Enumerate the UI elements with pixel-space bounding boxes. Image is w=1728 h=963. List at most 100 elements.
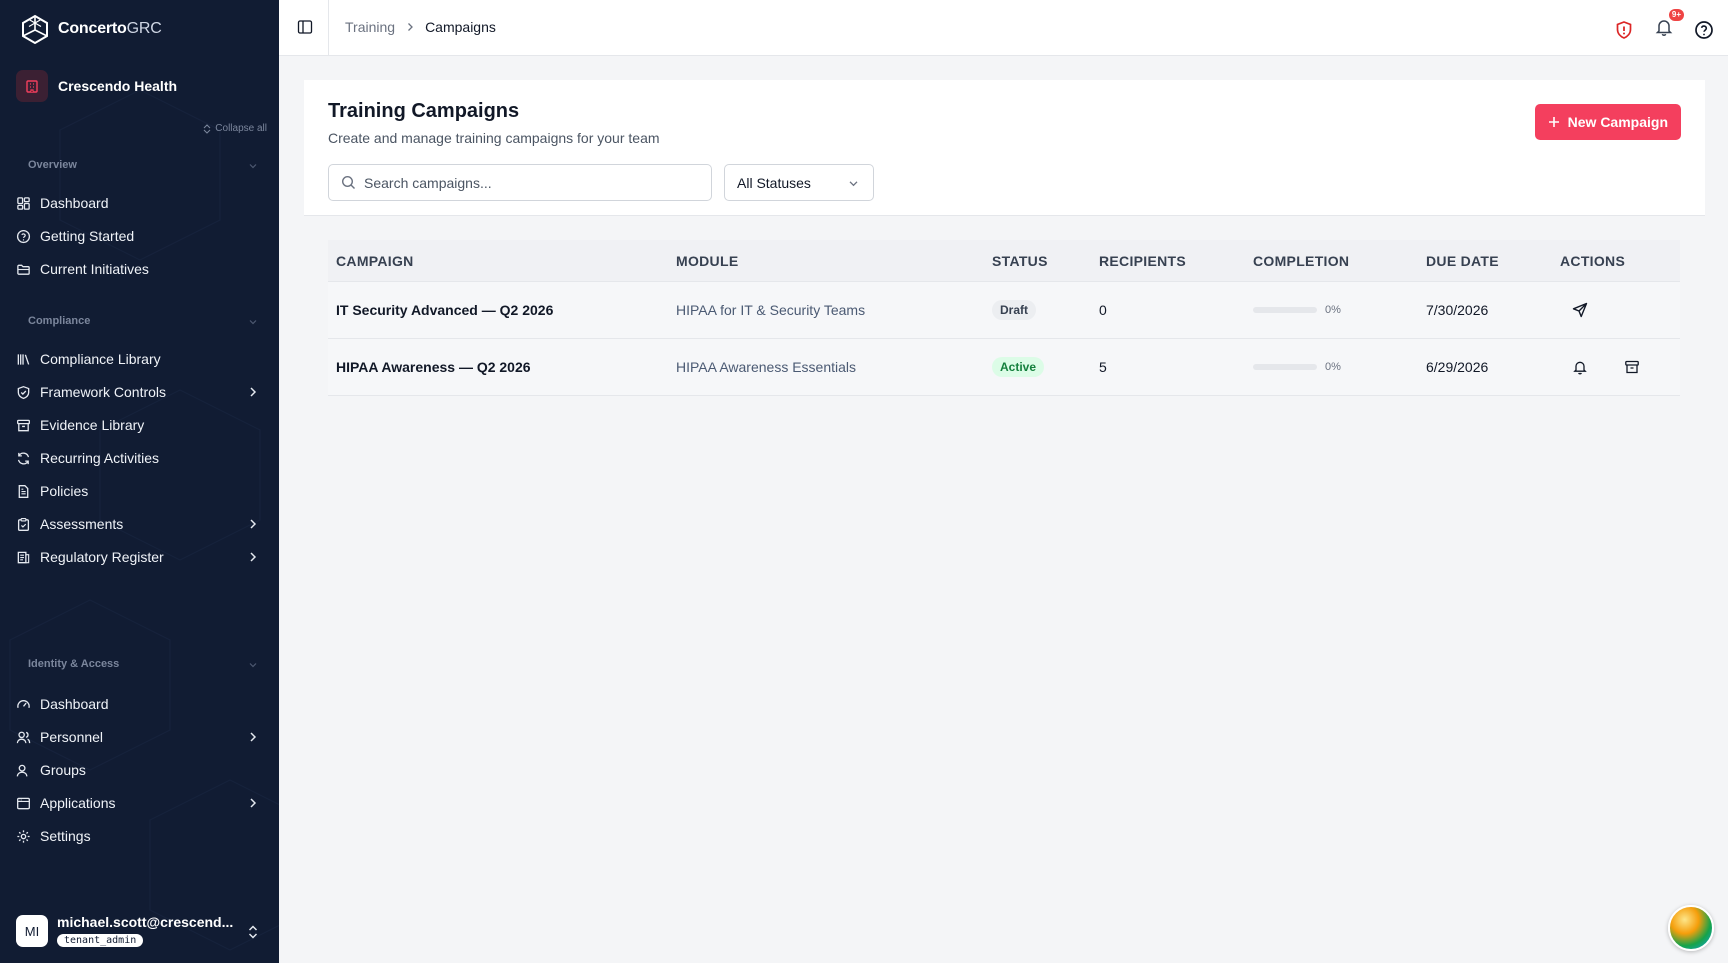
completion-percent: 0% bbox=[1325, 304, 1341, 316]
column-header-status: STATUS bbox=[992, 252, 1048, 269]
gauge-icon bbox=[17, 699, 30, 708]
completion-progress: 0% bbox=[1253, 361, 1426, 373]
chevron-down-icon[interactable] bbox=[249, 661, 257, 669]
section-label-identity-access: Identity & Access bbox=[28, 658, 120, 670]
status-filter-select[interactable]: All Statuses bbox=[724, 164, 874, 201]
building-icon bbox=[16, 70, 48, 102]
register-icon bbox=[17, 551, 30, 563]
notification-count-badge: 9+ bbox=[1668, 9, 1684, 21]
column-header-completion: COMPLETION bbox=[1253, 252, 1350, 269]
shield-check-icon bbox=[17, 385, 30, 399]
completion-cell: 0% bbox=[1253, 304, 1426, 316]
search-box[interactable] bbox=[328, 164, 712, 201]
column-header-recipients: RECIPIENTS bbox=[1099, 252, 1187, 269]
search-input[interactable] bbox=[364, 174, 684, 191]
brand-name: ConcertoGRC bbox=[58, 20, 162, 37]
page-header: Training Campaigns Create and manage tra… bbox=[304, 80, 1705, 216]
chevrons-vertical-icon bbox=[203, 123, 211, 134]
status-badge: Draft bbox=[992, 300, 1037, 320]
module-name[interactable]: HIPAA for IT & Security Teams bbox=[676, 302, 992, 318]
sidebar-item-dashboard[interactable]: Dashboard bbox=[16, 188, 263, 218]
progress-bar bbox=[1253, 364, 1317, 370]
chevron-right-icon bbox=[250, 798, 257, 808]
progress-bar bbox=[1253, 307, 1317, 313]
breadcrumb: Training Campaigns bbox=[345, 19, 496, 35]
assistant-launcher-button[interactable] bbox=[1668, 905, 1714, 951]
sidebar-item-getting-started[interactable]: Getting Started bbox=[16, 221, 263, 251]
chevron-down-icon[interactable] bbox=[249, 318, 257, 326]
tenant-switcher[interactable]: Crescendo Health bbox=[16, 70, 177, 102]
user-info: michael.scott@crescend... tenant_admin bbox=[57, 914, 233, 948]
chevron-down-icon[interactable] bbox=[249, 162, 257, 170]
table-row[interactable]: HIPAA Awareness — Q2 2026 HIPAA Awarenes… bbox=[328, 339, 1680, 396]
due-date: 6/29/2026 bbox=[1426, 359, 1489, 375]
chevron-right-icon bbox=[250, 387, 257, 397]
archive-icon bbox=[17, 419, 30, 431]
sidebar-item-evidence-library[interactable]: Evidence Library bbox=[16, 410, 263, 440]
chevron-right-icon bbox=[250, 732, 257, 742]
sidebar-item-applications[interactable]: Applications bbox=[16, 788, 263, 818]
breadcrumb-training[interactable]: Training bbox=[345, 19, 395, 35]
campaigns-table: CAMPAIGN MODULE STATUS RECIPIENTS COMPLE… bbox=[328, 240, 1680, 396]
users-icon bbox=[16, 731, 31, 743]
column-header-due-date: DUE DATE bbox=[1426, 252, 1499, 269]
completion-cell: 0% bbox=[1253, 361, 1426, 373]
shield-alert-icon[interactable] bbox=[1614, 20, 1634, 40]
user-email: michael.scott@crescend... bbox=[57, 914, 234, 930]
sidebar-item-settings[interactable]: Settings bbox=[16, 821, 263, 851]
app-window-icon bbox=[17, 797, 30, 809]
campaign-name[interactable]: HIPAA Awareness — Q2 2026 bbox=[328, 359, 676, 375]
bell-icon[interactable] bbox=[1572, 359, 1588, 375]
topbar: Training Campaigns 9+ bbox=[279, 0, 1728, 56]
chevron-down-icon bbox=[849, 181, 858, 187]
document-icon bbox=[18, 484, 29, 498]
sidebar-item-policies[interactable]: Policies bbox=[16, 476, 263, 506]
status-badge: Active bbox=[992, 357, 1045, 377]
section-label-compliance: Compliance bbox=[28, 315, 91, 327]
sidebar-item-assessments[interactable]: Assessments bbox=[16, 509, 263, 539]
concerto-logo-icon bbox=[22, 14, 48, 44]
role-badge: tenant_admin bbox=[57, 934, 144, 947]
collapse-all-button[interactable]: Collapse all bbox=[203, 123, 267, 134]
help-circle-icon bbox=[16, 229, 31, 243]
chevron-right-icon bbox=[250, 552, 257, 562]
due-date: 7/30/2026 bbox=[1426, 302, 1489, 318]
notifications-button[interactable]: 9+ bbox=[1654, 9, 1684, 42]
sidebar-item-compliance-library[interactable]: Compliance Library bbox=[16, 344, 263, 374]
folder-icon bbox=[17, 264, 30, 275]
row-actions bbox=[1560, 302, 1680, 318]
completion-progress: 0% bbox=[1253, 304, 1426, 316]
page-subtitle: Create and manage training campaigns for… bbox=[328, 130, 660, 146]
sidebar: ConcertoGRC Crescendo Health Collapse al… bbox=[0, 0, 279, 963]
chevrons-up-down-icon bbox=[248, 925, 258, 939]
sidebar-item-recurring-activities[interactable]: Recurring Activities bbox=[16, 443, 263, 473]
sidebar-item-identity-dashboard[interactable]: Dashboard bbox=[16, 689, 263, 719]
help-circle-icon[interactable] bbox=[1694, 20, 1714, 40]
send-icon[interactable] bbox=[1572, 302, 1588, 318]
recipients-count: 5 bbox=[1099, 359, 1107, 375]
sidebar-toggle-icon[interactable] bbox=[297, 19, 313, 35]
library-icon bbox=[17, 353, 30, 365]
archive-icon[interactable] bbox=[1624, 359, 1640, 375]
breadcrumb-campaigns: Campaigns bbox=[425, 19, 496, 35]
column-header-actions: ACTIONS bbox=[1560, 252, 1626, 269]
status-cell: Draft bbox=[992, 300, 1099, 320]
user-menu[interactable]: MI michael.scott@crescend... tenant_admi… bbox=[16, 913, 263, 949]
module-name[interactable]: HIPAA Awareness Essentials bbox=[676, 359, 992, 375]
sidebar-item-regulatory-register[interactable]: Regulatory Register bbox=[16, 542, 263, 572]
clipboard-icon bbox=[17, 517, 30, 531]
sidebar-item-framework-controls[interactable]: Framework Controls bbox=[16, 377, 263, 407]
campaign-name[interactable]: IT Security Advanced — Q2 2026 bbox=[328, 302, 676, 318]
gear-icon bbox=[17, 829, 30, 843]
search-icon bbox=[341, 175, 355, 189]
new-campaign-button[interactable]: New Campaign bbox=[1534, 104, 1681, 140]
recipients-count: 0 bbox=[1099, 302, 1107, 318]
sidebar-item-groups[interactable]: Groups bbox=[16, 755, 263, 785]
brand[interactable]: ConcertoGRC bbox=[20, 14, 162, 44]
sidebar-item-current-initiatives[interactable]: Current Initiatives bbox=[16, 254, 263, 284]
refresh-icon bbox=[17, 451, 30, 465]
table-row[interactable]: IT Security Advanced — Q2 2026 HIPAA for… bbox=[328, 282, 1680, 339]
topbar-actions: 9+ bbox=[1614, 9, 1714, 42]
sidebar-item-personnel[interactable]: Personnel bbox=[16, 722, 263, 752]
column-header-module: MODULE bbox=[676, 252, 739, 269]
